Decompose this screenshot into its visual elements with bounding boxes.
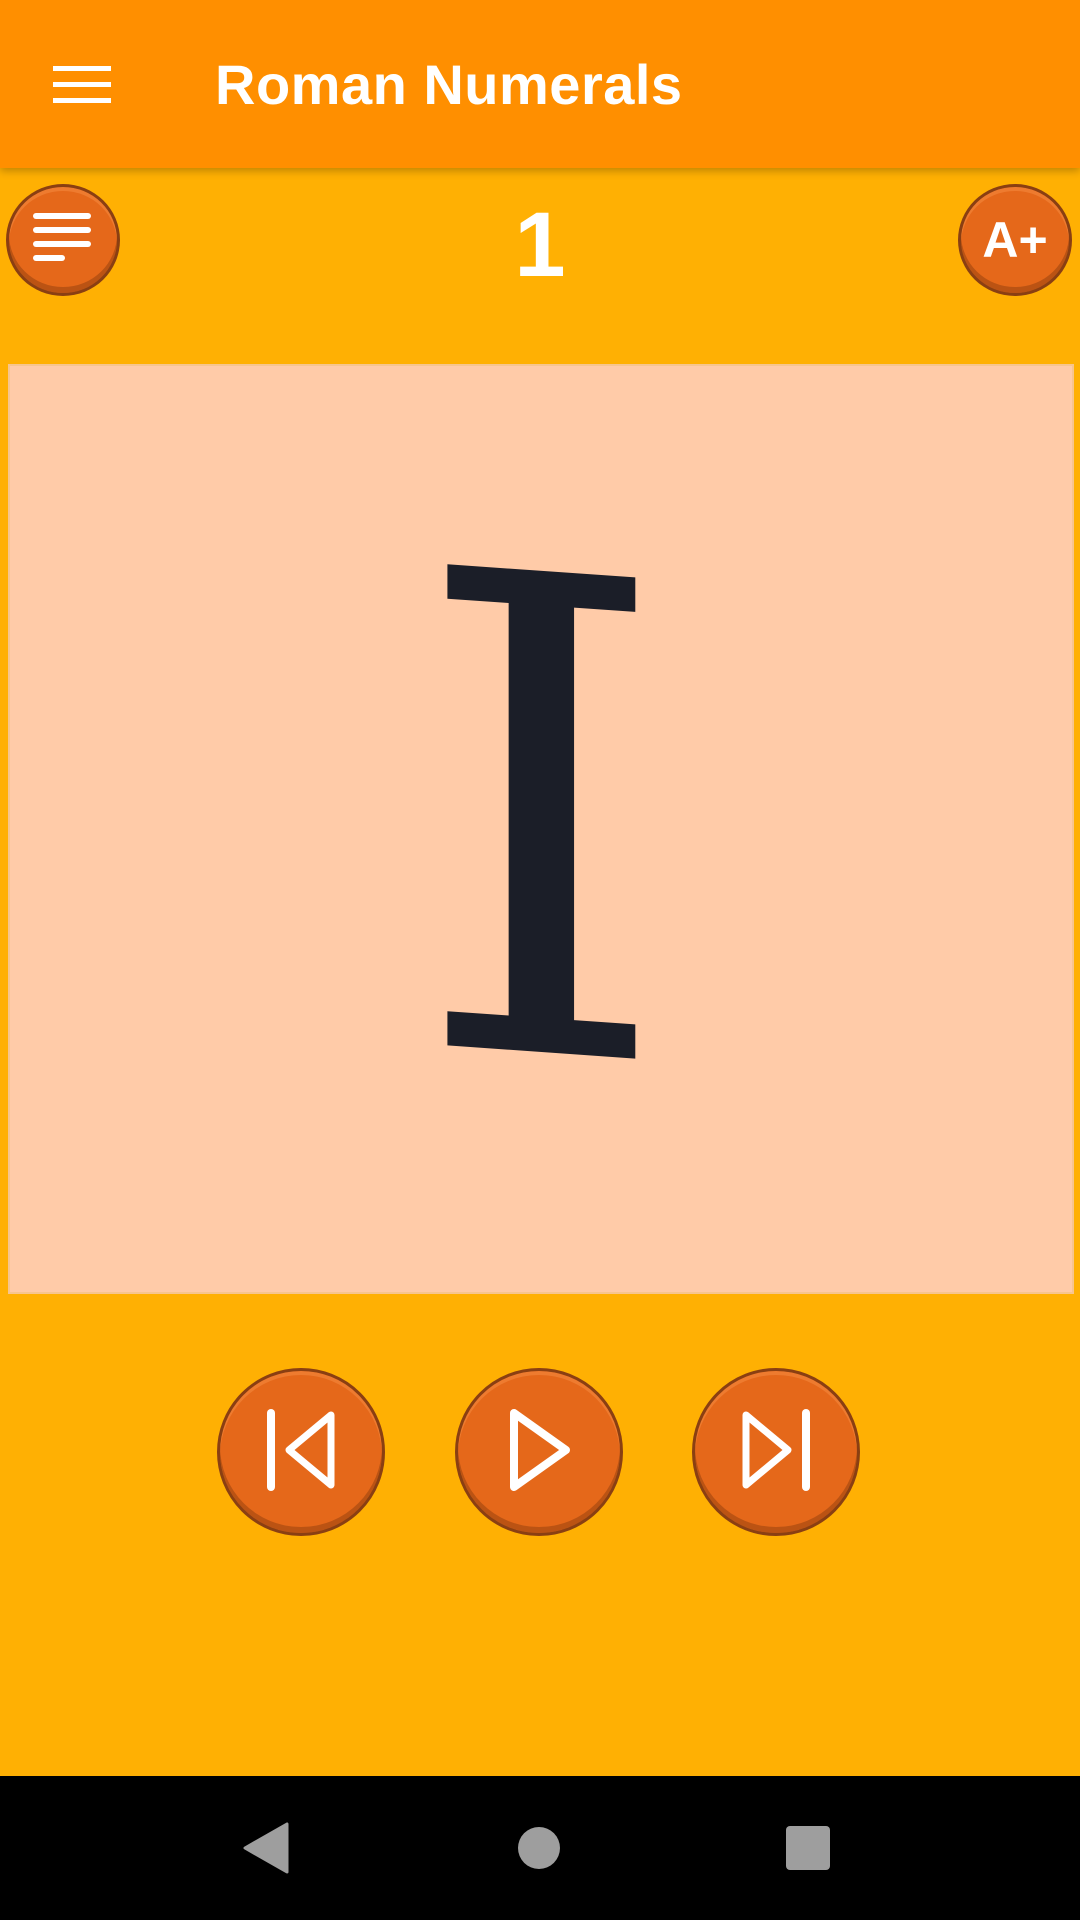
numeral-counter: 1 [514,194,566,296]
previous-button[interactable] [217,1368,385,1536]
play-button[interactable] [455,1368,623,1536]
font-size-increase-button[interactable]: A+ [958,184,1072,296]
back-triangle-icon[interactable] [206,1776,326,1920]
app-title: Roman Numerals [215,53,683,116]
skip-next-icon [738,1407,814,1498]
play-icon [504,1407,574,1498]
next-button[interactable] [692,1368,860,1536]
app-bar: Roman Numerals [0,0,1080,168]
font-size-label: A+ [982,212,1048,268]
home-circle-icon[interactable] [479,1776,599,1920]
recents-square-icon[interactable] [748,1776,868,1920]
list-icon [32,211,94,270]
numeral-card: I [8,364,1074,1294]
hamburger-menu-icon[interactable] [40,50,124,120]
roman-numeral: I [410,429,672,1218]
system-navigation-bar [0,1776,1080,1920]
skip-previous-icon [263,1407,339,1498]
list-button[interactable] [6,184,120,296]
